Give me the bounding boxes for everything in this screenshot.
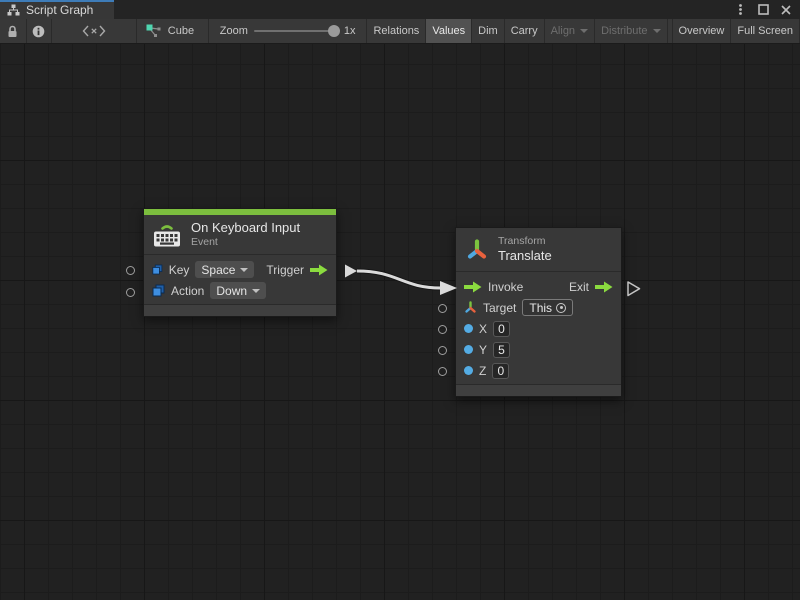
action-port-row: Action Down <box>144 280 336 301</box>
invoke-port-label: Invoke <box>488 280 523 294</box>
preview-code-button[interactable] <box>52 19 137 43</box>
z-value-input[interactable]: 0 <box>492 363 509 379</box>
on-keyboard-input-node[interactable]: On Keyboard Input Event Key Space <box>143 208 337 317</box>
transform-mini-icon <box>464 301 477 314</box>
x-value-input[interactable]: 0 <box>493 321 510 337</box>
key-dropdown[interactable]: Space <box>195 261 254 278</box>
active-tab-accent <box>0 0 114 2</box>
zoom-value: 1x <box>344 25 356 37</box>
translate-node-header[interactable]: Transform Translate <box>456 228 621 272</box>
event-node-body: Key Space Trigger Act <box>144 255 336 304</box>
kebab-menu-icon[interactable] <box>732 2 748 17</box>
y-value-input[interactable]: 5 <box>493 342 510 358</box>
tab-script-graph[interactable]: Script Graph <box>0 0 114 19</box>
zoom-slider-handle[interactable] <box>328 25 340 37</box>
zoom-slider[interactable] <box>254 30 338 32</box>
x-port-label: X <box>479 322 487 336</box>
relations-button[interactable]: Relations <box>367 19 426 43</box>
z-input-port[interactable] <box>438 367 447 376</box>
carry-button[interactable]: Carry <box>505 19 545 43</box>
graph-canvas[interactable]: On Keyboard Input Event Key Space <box>0 44 800 600</box>
toolbar-buttons: Relations Values Dim Carry Align Distrib… <box>367 19 800 43</box>
event-node-header[interactable]: On Keyboard Input Event <box>144 215 336 255</box>
y-row: Y 5 <box>456 339 621 360</box>
trigger-invoke-wire <box>357 271 441 288</box>
invoke-flow-arrow-icon[interactable] <box>464 281 482 293</box>
trigger-flow-arrow-icon[interactable] <box>310 264 328 276</box>
event-node-subtitle: Event <box>191 236 300 249</box>
exit-port-label: Exit <box>569 280 589 294</box>
translate-node-body: Invoke Exit Target <box>456 272 621 384</box>
action-dropdown[interactable]: Down <box>210 282 266 299</box>
dropdown-caret-icon <box>240 268 248 272</box>
window-controls <box>732 0 800 19</box>
code-icon <box>82 25 106 37</box>
transform-icon <box>466 238 488 262</box>
graph-icon <box>7 4 20 16</box>
exit-continuation-icon <box>628 282 640 296</box>
info-icon <box>32 25 45 38</box>
z-row: Z 0 <box>456 360 621 381</box>
event-node-title: On Keyboard Input <box>191 220 300 236</box>
x-row: X 0 <box>456 318 621 339</box>
target-port-label: Target <box>483 301 516 315</box>
y-input-port[interactable] <box>438 346 447 355</box>
lock-button[interactable] <box>0 19 27 43</box>
zoom-control: Zoom 1x <box>209 19 368 43</box>
translate-node[interactable]: Transform Translate Invoke Exit <box>455 227 622 397</box>
keyboard-icon <box>152 222 182 248</box>
value-dot-icon <box>464 345 473 354</box>
key-input-port[interactable] <box>126 266 135 275</box>
connection-layer <box>0 44 800 600</box>
overview-button[interactable]: Overview <box>672 19 732 43</box>
dim-button[interactable]: Dim <box>472 19 505 43</box>
context-label: Cube <box>168 25 194 37</box>
value-literal-icon <box>152 263 163 276</box>
translate-node-category: Transform <box>498 235 552 248</box>
info-button[interactable] <box>27 19 53 43</box>
close-icon[interactable] <box>778 2 794 17</box>
script-graph-window: Script Graph <box>0 0 800 600</box>
target-input-port[interactable] <box>438 304 447 313</box>
value-literal-icon <box>152 284 165 297</box>
graph-context-breadcrumb[interactable]: Cube <box>137 19 209 43</box>
translate-node-title: Translate <box>498 248 552 264</box>
value-dot-icon <box>464 366 473 375</box>
trigger-port-label: Trigger <box>266 263 304 277</box>
graph-pointer-icon <box>146 24 162 38</box>
tab-bar: Script Graph <box>0 0 800 19</box>
object-picker-icon <box>556 303 566 313</box>
dropdown-caret-icon <box>252 289 260 293</box>
key-port-label: Key <box>169 263 190 277</box>
x-input-port[interactable] <box>438 325 447 334</box>
z-port-label: Z <box>479 364 486 378</box>
translate-node-footer <box>456 384 621 396</box>
lock-icon <box>7 25 18 38</box>
align-button[interactable]: Align <box>545 19 595 43</box>
wire-start-arrow-icon <box>345 265 357 278</box>
tab-title: Script Graph <box>26 3 93 17</box>
target-object-field[interactable]: This <box>522 299 573 316</box>
dropdown-caret-icon <box>580 29 588 33</box>
values-button[interactable]: Values <box>426 19 472 43</box>
maximize-icon[interactable] <box>755 2 771 17</box>
value-dot-icon <box>464 324 473 333</box>
zoom-label: Zoom <box>220 25 248 37</box>
event-node-footer <box>144 304 336 316</box>
key-port-row: Key Space Trigger <box>144 259 336 280</box>
action-input-port[interactable] <box>126 288 135 297</box>
target-row: Target This <box>456 297 621 318</box>
distribute-button[interactable]: Distribute <box>595 19 667 43</box>
exit-flow-arrow-icon[interactable] <box>595 281 613 293</box>
graph-toolbar: Cube Zoom 1x Relations Values Dim Carry … <box>0 19 800 44</box>
y-port-label: Y <box>479 343 487 357</box>
full-screen-button[interactable]: Full Screen <box>731 19 800 43</box>
action-port-label: Action <box>171 284 204 298</box>
invoke-row: Invoke Exit <box>456 276 621 297</box>
dropdown-caret-icon <box>653 29 661 33</box>
